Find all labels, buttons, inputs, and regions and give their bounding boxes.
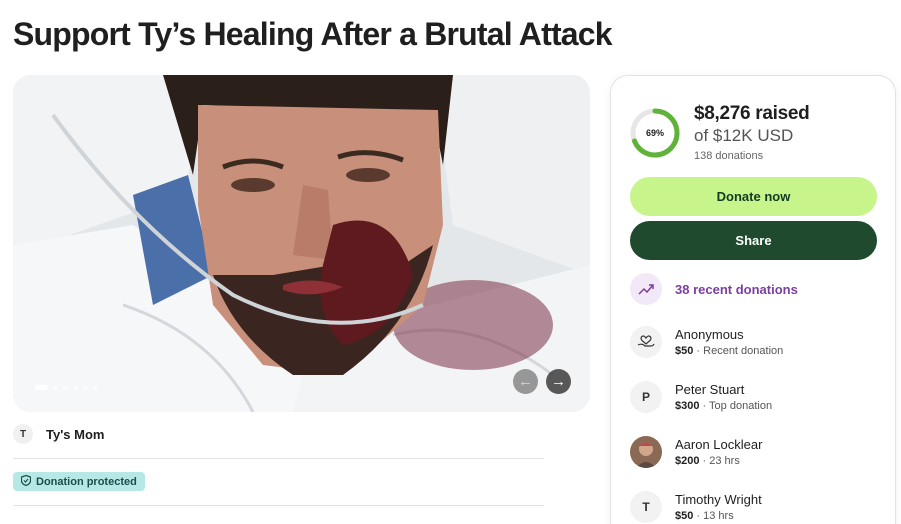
share-button[interactable]: Share: [630, 221, 877, 260]
divider: [13, 458, 544, 459]
donor-name: Aaron Locklear: [675, 437, 763, 452]
organizer[interactable]: T Ty's Mom: [13, 424, 104, 444]
carousel-dot[interactable]: [73, 385, 78, 390]
arrow-right-icon: →: [551, 373, 566, 390]
donation-protected-label: Donation protected: [36, 475, 137, 488]
organizer-avatar: T: [13, 424, 33, 444]
recent-donations-link[interactable]: 38 recent donations: [630, 273, 798, 305]
donor-meta: $50 · Recent donation: [675, 345, 784, 357]
donor-avatar: P: [630, 381, 662, 413]
donor-meta: $200 · 23 hrs: [675, 455, 740, 467]
heart-hand-icon: [630, 326, 662, 358]
organizer-name[interactable]: Ty's Mom: [46, 427, 104, 442]
carousel-dot[interactable]: [53, 385, 58, 390]
carousel-next-button[interactable]: →: [546, 369, 571, 394]
donor-avatar: T: [630, 491, 662, 523]
carousel-dot[interactable]: [63, 385, 68, 390]
carousel-prev-button[interactable]: ←: [513, 369, 538, 394]
donation-count: 138 donations: [694, 150, 764, 162]
donor-meta: $300 · Top donation: [675, 400, 773, 412]
amount-raised: $8,276 raised: [694, 103, 810, 124]
campaign-photo[interactable]: ← →: [13, 75, 590, 412]
progress-percent: 69%: [645, 128, 664, 138]
donate-button[interactable]: Donate now: [630, 177, 877, 216]
arrow-left-icon: ←: [518, 373, 533, 390]
goal-amount: of $12K USD: [694, 126, 794, 145]
donation-sidebar: 69% $8,276 raised of $12K USD 138 donati…: [610, 75, 896, 524]
donor-item: Aaron Locklear $200 · 23 hrs: [630, 436, 762, 468]
page-title: Support Ty’s Healing After a Brutal Atta…: [13, 16, 613, 52]
carousel-dots: [35, 385, 98, 390]
carousel-dot[interactable]: [93, 385, 98, 390]
trending-up-icon: [630, 273, 662, 305]
divider: [13, 505, 544, 506]
donor-name: Anonymous: [675, 327, 744, 342]
donation-protected-badge[interactable]: Donation protected: [13, 472, 145, 491]
donor-name: Timothy Wright: [675, 492, 762, 507]
carousel-dot[interactable]: [83, 385, 88, 390]
donor-item: Anonymous $50 · Recent donation: [630, 326, 783, 358]
donor-name: Peter Stuart: [675, 382, 745, 397]
shield-icon: [20, 474, 32, 489]
donor-item: T Timothy Wright $50 · 13 hrs: [630, 491, 762, 523]
donor-meta: $50 · 13 hrs: [675, 510, 734, 522]
campaign-photo-image: [13, 75, 590, 412]
donor-item: P Peter Stuart $300 · Top donation: [630, 381, 772, 413]
donor-avatar-photo: [630, 436, 662, 468]
recent-donations-label[interactable]: 38 recent donations: [675, 282, 798, 297]
carousel-dot-active[interactable]: [35, 385, 48, 390]
